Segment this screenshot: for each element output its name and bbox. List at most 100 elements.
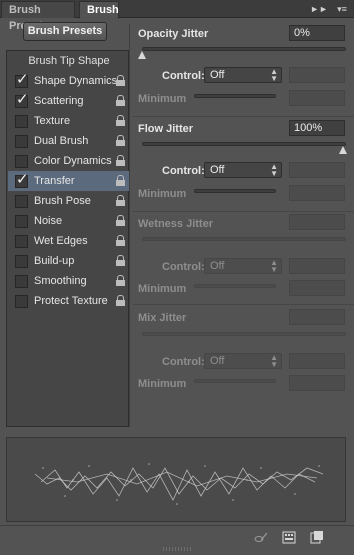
opacity-jitter-label: Opacity Jitter	[138, 28, 209, 40]
opacity-jitter-input[interactable]: 0%	[289, 25, 345, 41]
mix-jitter-slider	[142, 332, 346, 336]
wetness-jitter-input	[289, 214, 345, 230]
sidebar-item-wet-edges[interactable]: Wet Edges	[8, 231, 130, 251]
panel-menu-icon[interactable]: ▾≡	[332, 1, 352, 17]
wetness-control-value: Off	[210, 260, 225, 272]
sidebar-item-transfer[interactable]: ✓ Transfer	[8, 171, 130, 191]
new-preset-icon[interactable]	[310, 531, 324, 544]
flow-jitter-input[interactable]: 100%	[289, 120, 345, 136]
opacity-jitter-slider[interactable]	[142, 47, 346, 51]
panel-divider	[129, 24, 130, 427]
lock-icon[interactable]	[116, 195, 125, 206]
transfer-checkbox[interactable]: ✓	[15, 171, 29, 188]
flow-jitter-slider[interactable]	[142, 142, 346, 146]
collapse-icon[interactable]: ►►	[310, 1, 328, 17]
mix-control-select: Off ▲ ▼	[204, 353, 282, 369]
protect-texture-checkbox[interactable]	[15, 295, 28, 308]
opacity-control-select[interactable]: Off ▲ ▼	[204, 67, 282, 83]
sidebar-item-label: Smoothing	[34, 275, 87, 287]
build-up-checkbox[interactable]	[15, 255, 28, 268]
sidebar-item-label: Build-up	[34, 255, 75, 267]
lock-icon[interactable]	[116, 235, 125, 246]
scattering-checkbox[interactable]: ✓	[15, 91, 29, 108]
lock-icon[interactable]	[116, 135, 125, 146]
sidebar-item-dual-brush[interactable]: Dual Brush	[8, 131, 130, 151]
mix-minimum-slider	[194, 379, 276, 383]
opacity-minimum-label: Minimum	[138, 93, 187, 105]
grid-icon[interactable]	[282, 531, 296, 544]
lock-icon[interactable]	[116, 95, 125, 106]
sidebar-item-label: Transfer	[34, 175, 75, 187]
lock-icon[interactable]	[116, 295, 125, 306]
sidebar-item-protect-texture[interactable]: Protect Texture	[8, 291, 130, 311]
sidebar-item-smoothing[interactable]: Smoothing	[8, 271, 130, 291]
lock-icon[interactable]	[116, 155, 125, 166]
mix-minimum-input	[289, 375, 345, 391]
opacity-control-field	[289, 67, 345, 83]
dual-brush-checkbox[interactable]	[15, 135, 28, 148]
stepper-arrows-icon: ▲ ▼	[270, 353, 278, 369]
sidebar-item-label: Dual Brush	[34, 135, 89, 147]
opacity-control-value: Off	[210, 69, 225, 81]
opacity-minimum-slider[interactable]	[194, 94, 276, 98]
flow-minimum-slider[interactable]	[194, 189, 276, 193]
brush-toggle-icon[interactable]	[254, 531, 268, 544]
sidebar-item-label: Scattering	[34, 95, 84, 107]
check-icon: ✓	[16, 91, 29, 108]
opacity-jitter-thumb[interactable]	[138, 51, 147, 59]
stepper-arrows-icon: ▲ ▼	[270, 162, 278, 178]
wetness-minimum-label: Minimum	[138, 283, 187, 295]
wetness-minimum-input	[289, 280, 345, 296]
color-dynamics-checkbox[interactable]	[15, 155, 28, 168]
lock-icon[interactable]	[116, 115, 125, 126]
sidebar-item-label: Color Dynamics	[34, 155, 112, 167]
check-icon: ✓	[16, 71, 29, 88]
section-divider	[133, 211, 354, 212]
mix-control-label: Control:	[162, 356, 205, 368]
opacity-minimum-input[interactable]	[289, 90, 345, 106]
mix-jitter-input	[289, 309, 345, 325]
panel-footer	[0, 525, 354, 547]
check-icon: ✓	[16, 171, 29, 188]
mix-control-value: Off	[210, 355, 225, 367]
wetness-jitter-slider	[142, 237, 346, 241]
lock-icon[interactable]	[116, 275, 125, 286]
lock-icon[interactable]	[116, 215, 125, 226]
sidebar-item-build-up[interactable]: Build-up	[8, 251, 130, 271]
tab-brush[interactable]: Brush	[79, 1, 119, 19]
sidebar-item-noise[interactable]: Noise	[8, 211, 130, 231]
section-divider	[133, 116, 354, 117]
brush-tip-shape-item[interactable]: Brush Tip Shape	[8, 51, 130, 71]
noise-checkbox[interactable]	[15, 215, 28, 228]
lock-icon[interactable]	[116, 175, 125, 186]
smoothing-checkbox[interactable]	[15, 275, 28, 288]
brush-pose-checkbox[interactable]	[15, 195, 28, 208]
flow-control-select[interactable]: Off ▲ ▼	[204, 162, 282, 178]
panel-tab-bar: Brush Presets Brush ►► ▾≡	[0, 0, 354, 32]
wetness-control-field	[289, 258, 345, 274]
flow-jitter-label: Flow Jitter	[138, 123, 194, 135]
sidebar-item-brush-pose[interactable]: Brush Pose	[8, 191, 130, 211]
sidebar-item-label: Protect Texture	[34, 295, 108, 307]
tab-brush-presets[interactable]: Brush Presets	[1, 1, 75, 32]
lock-icon[interactable]	[116, 75, 125, 86]
flow-minimum-label: Minimum	[138, 188, 187, 200]
sidebar-item-label: Texture	[34, 115, 71, 127]
sidebar-item-shape-dynamics[interactable]: ✓ Shape Dynamics	[8, 71, 130, 91]
flow-minimum-input[interactable]	[289, 185, 345, 201]
lock-icon[interactable]	[116, 255, 125, 266]
flow-jitter-thumb[interactable]	[339, 146, 348, 154]
sidebar-item-texture[interactable]: Texture	[8, 111, 130, 131]
flow-control-label: Control:	[162, 165, 205, 177]
stepper-arrows-icon: ▲ ▼	[270, 258, 278, 274]
wet-edges-checkbox[interactable]	[15, 235, 28, 248]
mix-jitter-label: Mix Jitter	[138, 312, 187, 324]
mix-control-field	[289, 353, 345, 369]
resize-grip[interactable]	[163, 547, 191, 551]
texture-checkbox[interactable]	[15, 115, 28, 128]
brush-presets-button[interactable]: Brush Presets	[23, 22, 107, 41]
sidebar-item-scattering[interactable]: ✓ Scattering	[8, 91, 130, 111]
shape-dynamics-checkbox[interactable]: ✓	[15, 71, 29, 88]
sidebar-item-color-dynamics[interactable]: Color Dynamics	[8, 151, 130, 171]
brush-stroke-preview-image	[34, 463, 324, 505]
